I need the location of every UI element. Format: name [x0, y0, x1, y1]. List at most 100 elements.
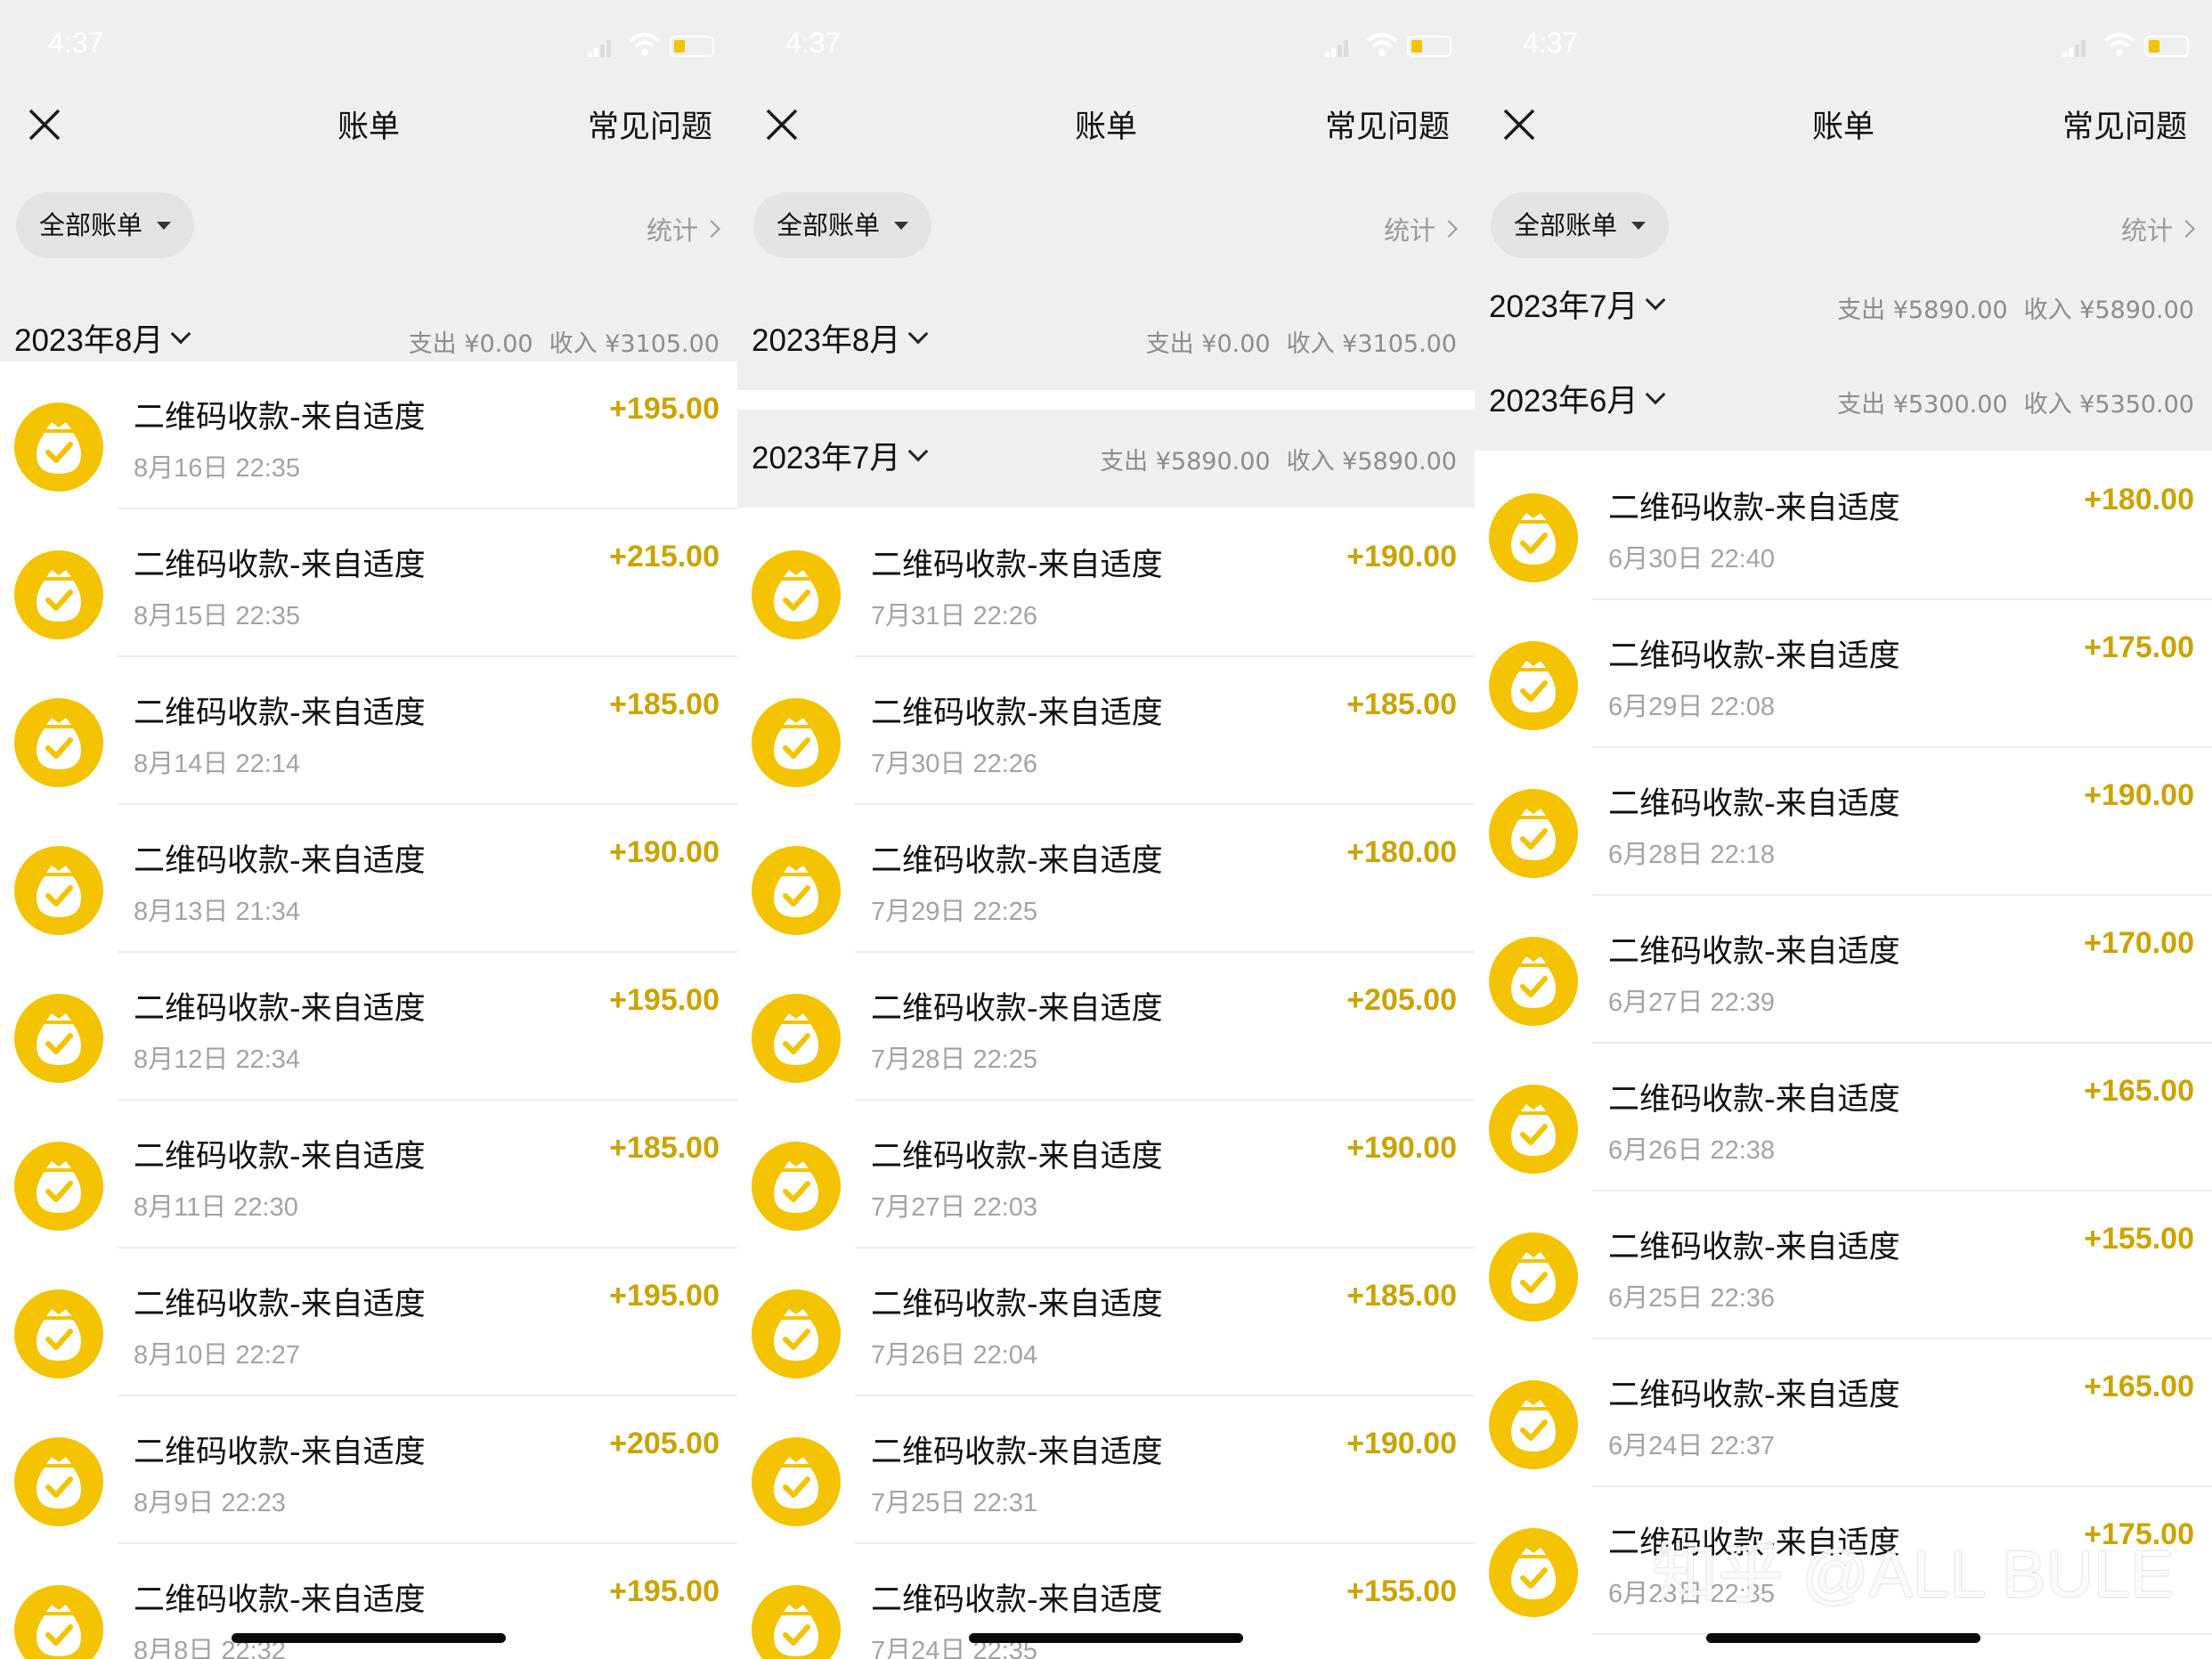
money-bag-check-icon [1489, 789, 1578, 878]
faq-button[interactable]: 常见问题 [1325, 102, 1450, 147]
transaction-title: 二维码收款-来自适度 [871, 695, 1163, 731]
transaction-time: 8月12日 22:34 [134, 1045, 301, 1074]
cellular-signal-icon [2062, 39, 2086, 57]
transaction-row[interactable]: 二维码收款-来自适度 8月14日 22:14 +185.00 [0, 657, 737, 805]
month-income: 收入 ¥5350.00 [2023, 391, 2194, 419]
transaction-amount: +195.00 [609, 1574, 720, 1608]
month-expense: 支出 ¥5890.00 [1100, 448, 1271, 476]
transaction-amount: +175.00 [2084, 630, 2194, 664]
transaction-time: 6月24日 22:37 [1608, 1432, 1776, 1460]
transaction-title: 二维码收款-来自适度 [134, 1582, 426, 1618]
transaction-time: 6月27日 22:39 [1608, 988, 1776, 1017]
month-summary: 支出 ¥5890.00 收入 ¥5890.00 [1100, 442, 1457, 476]
status-time: 4:37 [48, 27, 104, 59]
filter-bar: 全部账单 统计 [0, 192, 737, 292]
stats-link[interactable]: 统计 [1384, 210, 1458, 248]
stats-label: 统计 [2120, 216, 2173, 246]
caret-down-icon [894, 221, 909, 230]
month-header[interactable]: 2023年7月 支出 ¥5890.00 收入 ¥5890.00 [737, 410, 1475, 508]
transaction-row[interactable]: 二维码收款-来自适度 8月12日 22:34 +195.00 [0, 953, 737, 1101]
transaction-row[interactable]: 二维码收款-来自适度 7月31日 22:26 +190.00 [737, 509, 1475, 657]
battery-icon [670, 36, 714, 57]
money-bag-check-icon [752, 550, 841, 639]
transaction-title: 二维码收款-来自适度 [134, 1287, 426, 1322]
chevron-down-icon [1646, 384, 1666, 404]
transaction-amount: +190.00 [1346, 1427, 1457, 1460]
bill-screen-july: 4:37 账单 常见问题 全部账单 统计 2023年8月 支出 ¥0.00 收入 … [737, 0, 1475, 1659]
chevron-down-icon [171, 323, 191, 344]
money-bag-check-icon [752, 1142, 841, 1231]
transaction-title: 二维码收款-来自适度 [1608, 786, 1900, 822]
stats-link[interactable]: 统计 [647, 210, 720, 248]
transaction-row[interactable]: 二维码收款-来自适度 7月29日 22:25 +180.00 [737, 805, 1475, 953]
transaction-row[interactable]: 二维码收款-来自适度 6月27日 22:39 +170.00 [1475, 896, 2212, 1044]
transaction-time: 6月26日 22:38 [1608, 1136, 1776, 1165]
money-bag-check-icon [752, 1289, 841, 1378]
transaction-amount: +185.00 [1346, 687, 1457, 721]
money-bag-check-icon [14, 403, 103, 492]
transaction-row[interactable]: 二维码收款-来自适度 6月28日 22:18 +190.00 [1475, 748, 2212, 896]
filter-label: 全部账单 [39, 210, 143, 240]
transaction-row[interactable]: 二维码收款-来自适度 7月28日 22:25 +205.00 [737, 953, 1475, 1101]
transaction-amount: +180.00 [1346, 835, 1457, 869]
transaction-row[interactable]: 二维码收款-来自适度 7月30日 22:26 +185.00 [737, 657, 1475, 805]
chevron-right-icon [2177, 220, 2195, 238]
transaction-row[interactable]: 二维码收款-来自适度 6月29日 22:08 +175.00 [1475, 600, 2212, 748]
transaction-row[interactable]: 二维码收款-来自适度 8月16日 22:35 +195.00 [0, 362, 737, 509]
transaction-row[interactable]: 二维码收款-来自适度 6月25日 22:36 +155.00 [1475, 1191, 2212, 1339]
transaction-amount: +185.00 [609, 687, 720, 721]
transaction-row[interactable]: 二维码收款-来自适度 7月26日 22:04 +185.00 [737, 1248, 1475, 1396]
watermark: 知乎 @ALL BULE [1652, 1537, 2175, 1611]
transaction-row[interactable]: 二维码收款-来自适度 8月9日 22:23 +205.00 [0, 1396, 737, 1544]
stats-link[interactable]: 统计 [2120, 210, 2195, 248]
transaction-amount: +155.00 [1346, 1574, 1457, 1608]
transaction-amount: +195.00 [609, 983, 720, 1017]
transaction-amount: +165.00 [2084, 1370, 2194, 1403]
money-bag-check-icon [1489, 493, 1578, 582]
month-expense: 支出 ¥5300.00 [1837, 391, 2008, 419]
nav-bar: 账单 常见问题 [737, 89, 1475, 192]
transaction-title: 二维码收款-来自适度 [1608, 934, 1900, 970]
cellular-signal-icon [1325, 39, 1348, 57]
transaction-row[interactable]: 二维码收款-来自适度 6月24日 22:37 +165.00 [1475, 1339, 2212, 1487]
wifi-icon [629, 33, 661, 56]
faq-button[interactable]: 常见问题 [2062, 102, 2187, 147]
month-header[interactable]: 2023年8月 支出 ¥0.00 收入 ¥3105.00 [737, 292, 1475, 390]
home-indicator [232, 1633, 506, 1643]
transaction-row[interactable]: 二维码收款-来自适度 7月27日 22:03 +190.00 [737, 1101, 1475, 1248]
transaction-row[interactable]: 二维码收款-来自适度 6月26日 22:38 +165.00 [1475, 1044, 2212, 1191]
status-time: 4:37 [1523, 27, 1579, 59]
transaction-time: 6月30日 22:40 [1608, 545, 1776, 573]
transaction-row[interactable]: 二维码收款-来自适度 8月11日 22:30 +185.00 [0, 1101, 737, 1248]
money-bag-check-icon [14, 1585, 103, 1659]
transaction-title: 二维码收款-来自适度 [1608, 1230, 1900, 1265]
transaction-time: 7月30日 22:26 [871, 750, 1038, 778]
faq-button[interactable]: 常见问题 [588, 102, 712, 147]
transaction-row[interactable]: 二维码收款-来自适度 7月25日 22:31 +190.00 [737, 1396, 1475, 1544]
all-bills-filter[interactable]: 全部账单 [753, 192, 932, 258]
money-bag-check-icon [752, 698, 841, 787]
transaction-title: 二维码收款-来自适度 [871, 991, 1163, 1027]
money-bag-check-icon [14, 846, 103, 935]
status-bar: 4:37 [737, 0, 1475, 89]
transaction-row[interactable]: 二维码收款-来自适度 8月13日 21:34 +190.00 [0, 805, 737, 953]
battery-icon [2144, 36, 2189, 57]
money-bag-check-icon [14, 994, 103, 1083]
transaction-amount: +180.00 [2084, 483, 2194, 516]
filter-bar: 全部账单 统计 [737, 192, 1475, 292]
month-header[interactable]: 2023年6月 支出 ¥5300.00 收入 ¥5350.00 [1475, 353, 2212, 451]
transaction-row[interactable]: 二维码收款-来自适度 8月10日 22:27 +195.00 [0, 1248, 737, 1396]
month-summary: 支出 ¥5300.00 收入 ¥5350.00 [1837, 385, 2194, 419]
money-bag-check-icon [752, 1585, 841, 1659]
transaction-row[interactable]: 二维码收款-来自适度 8月15日 22:35 +215.00 [0, 509, 737, 657]
transaction-amount: +205.00 [609, 1427, 720, 1460]
transaction-title: 二维码收款-来自适度 [871, 1287, 1163, 1322]
money-bag-check-icon [1489, 1528, 1578, 1617]
transaction-title: 二维码收款-来自适度 [134, 843, 426, 879]
chevron-down-icon [1646, 289, 1666, 310]
transaction-amount: +190.00 [1346, 540, 1457, 573]
transaction-row[interactable]: 二维码收款-来自适度 6月30日 22:40 +180.00 [1475, 452, 2212, 600]
all-bills-filter[interactable]: 全部账单 [16, 192, 195, 258]
all-bills-filter[interactable]: 全部账单 [1491, 192, 1670, 258]
transaction-title: 二维码收款-来自适度 [1608, 491, 1900, 526]
